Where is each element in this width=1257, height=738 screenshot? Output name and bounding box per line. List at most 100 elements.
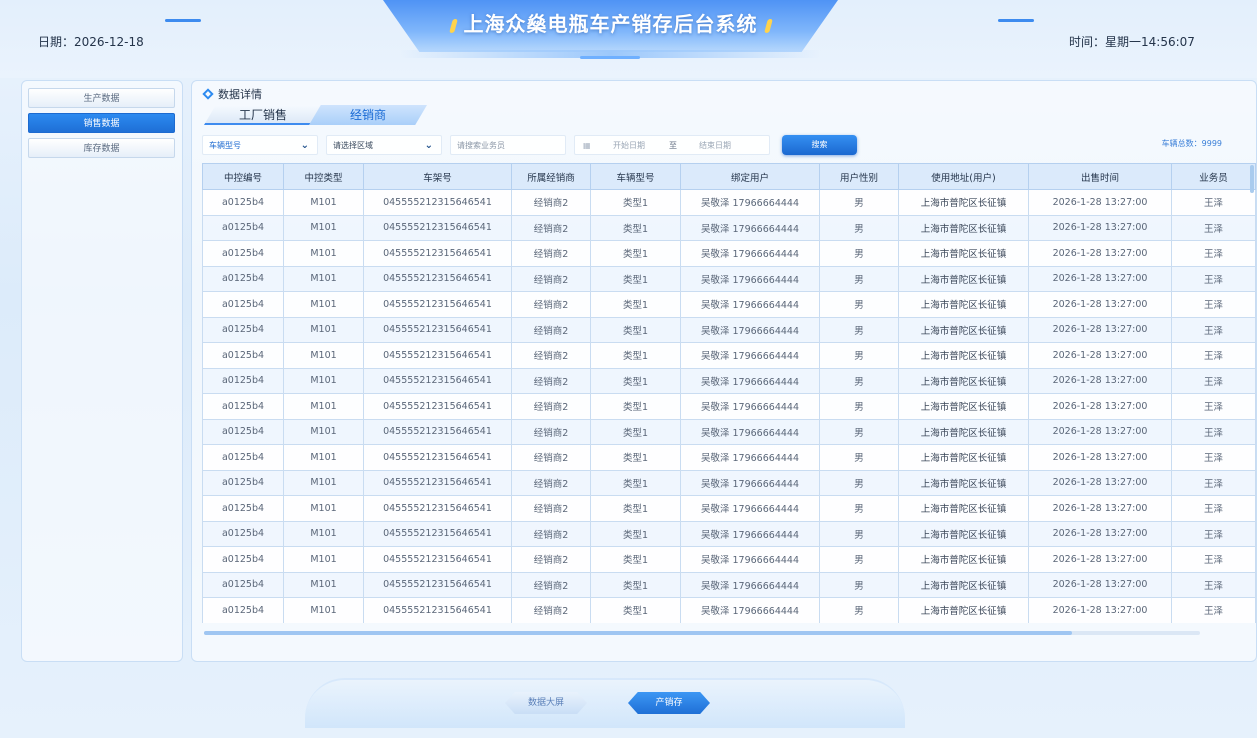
table-cell: 2026-1-28 13:27:00 bbox=[1028, 469, 1172, 496]
table-cell: 王泽 bbox=[1171, 240, 1256, 267]
table-cell: M101 bbox=[283, 469, 364, 496]
tab-dealer[interactable]: 经销商 bbox=[309, 105, 427, 125]
tab-factory-sales[interactable]: 工厂销售 bbox=[204, 105, 322, 125]
end-date-input[interactable]: 结束日期 bbox=[699, 136, 731, 156]
table-cell: 王泽 bbox=[1171, 316, 1256, 343]
horizontal-scrollbar-thumb[interactable] bbox=[204, 631, 1072, 635]
table-row[interactable]: a0125b4 M101 045555212315646541 经销商2 类型1 吴敬泽 … bbox=[202, 189, 1256, 216]
salesperson-search-input[interactable]: 请搜索业务员 bbox=[450, 135, 566, 155]
table-cell: 上海市普陀区长征镇 bbox=[898, 597, 1029, 623]
table-cell: 045555212315646541 bbox=[363, 495, 512, 522]
sales-table: 中控编号 中控类型 车架号 所属经销商 车辆型号 绑定用户 用户性别 使用地址(… bbox=[202, 163, 1256, 623]
sidebar-item-inventory[interactable]: 库存数据 bbox=[28, 138, 175, 158]
table-row[interactable]: a0125b4 M101 045555212315646541 经销商2 类型1 吴敬泽 … bbox=[202, 291, 1256, 318]
table-cell: 男 bbox=[819, 571, 899, 598]
table-cell: 男 bbox=[819, 444, 899, 471]
title-dot-left bbox=[448, 18, 458, 33]
column-header[interactable]: 用户性别 bbox=[819, 163, 899, 190]
table-cell: a0125b4 bbox=[202, 240, 284, 267]
table-cell: a0125b4 bbox=[202, 393, 284, 420]
table-cell: a0125b4 bbox=[202, 444, 284, 471]
table-cell: 王泽 bbox=[1171, 214, 1256, 241]
start-date-input[interactable]: 开始日期 bbox=[613, 136, 645, 156]
table-cell: 经销商2 bbox=[511, 291, 591, 318]
title-dot-right bbox=[763, 18, 773, 33]
column-header[interactable]: 中控编号 bbox=[202, 163, 284, 190]
table-cell: 045555212315646541 bbox=[363, 393, 512, 420]
sidebar-item-production[interactable]: 生产数据 bbox=[28, 88, 175, 108]
search-button[interactable]: 搜索 bbox=[782, 135, 857, 155]
table-cell: 男 bbox=[819, 214, 899, 241]
table-cell: 类型1 bbox=[590, 495, 681, 522]
table-cell: M101 bbox=[283, 571, 364, 598]
table-row[interactable]: a0125b4 M101 045555212315646541 经销商2 类型1 吴敬泽 … bbox=[202, 418, 1256, 445]
table-cell: 2026-1-28 13:27:00 bbox=[1028, 444, 1172, 471]
region-select[interactable]: 请选择区域 ⌄ bbox=[326, 135, 442, 155]
table-cell: 2026-1-28 13:27:00 bbox=[1028, 597, 1172, 623]
table-cell: 上海市普陀区长征镇 bbox=[898, 291, 1029, 318]
table-cell: 吴敬泽 17966664444 bbox=[680, 189, 820, 216]
table-cell: 上海市普陀区长征镇 bbox=[898, 214, 1029, 241]
table-cell: 类型1 bbox=[590, 367, 681, 394]
diamond-icon bbox=[202, 88, 214, 100]
table-row[interactable]: a0125b4 M101 045555212315646541 经销商2 类型1 吴敬泽 … bbox=[202, 316, 1256, 343]
vehicle-model-select[interactable]: 车辆型号 ⌄ bbox=[202, 135, 318, 155]
table-cell: 男 bbox=[819, 495, 899, 522]
table-row[interactable]: a0125b4 M101 045555212315646541 经销商2 类型1 吴敬泽 … bbox=[202, 240, 1256, 267]
page-title-text: 上海众燊电瓶车产销存后台系统 bbox=[463, 12, 758, 36]
column-header[interactable]: 车架号 bbox=[363, 163, 512, 190]
header-deco-line-right bbox=[998, 19, 1034, 22]
column-header[interactable]: 车辆型号 bbox=[590, 163, 681, 190]
bottom-nav-base bbox=[305, 678, 905, 728]
table-cell: 经销商2 bbox=[511, 316, 591, 343]
table-row[interactable]: a0125b4 M101 045555212315646541 经销商2 类型1 吴敬泽 … bbox=[202, 520, 1256, 547]
column-header[interactable]: 业务员 bbox=[1171, 163, 1256, 190]
table-cell: 男 bbox=[819, 342, 899, 369]
horizontal-scrollbar[interactable] bbox=[204, 631, 1200, 635]
table-cell: 王泽 bbox=[1171, 265, 1256, 292]
table-row[interactable]: a0125b4 M101 045555212315646541 经销商2 类型1 吴敬泽 … bbox=[202, 597, 1256, 623]
table-row[interactable]: a0125b4 M101 045555212315646541 经销商2 类型1 吴敬泽 … bbox=[202, 367, 1256, 394]
table-cell: a0125b4 bbox=[202, 571, 284, 598]
vertical-scrollbar[interactable] bbox=[1250, 165, 1254, 193]
table-cell: 吴敬泽 17966664444 bbox=[680, 520, 820, 547]
sidebar: 生产数据 销售数据 库存数据 bbox=[21, 80, 183, 662]
table-cell: M101 bbox=[283, 189, 364, 216]
table-row[interactable]: a0125b4 M101 045555212315646541 经销商2 类型1 吴敬泽 … bbox=[202, 546, 1256, 573]
table-row[interactable]: a0125b4 M101 045555212315646541 经销商2 类型1 吴敬泽 … bbox=[202, 444, 1256, 471]
table-cell: 男 bbox=[819, 367, 899, 394]
column-header[interactable]: 使用地址(用户) bbox=[898, 163, 1029, 190]
sidebar-item-sales[interactable]: 销售数据 bbox=[28, 113, 175, 133]
table-row[interactable]: a0125b4 M101 045555212315646541 经销商2 类型1 吴敬泽 … bbox=[202, 571, 1256, 598]
table-row[interactable]: a0125b4 M101 045555212315646541 经销商2 类型1 吴敬泽 … bbox=[202, 469, 1256, 496]
nav-production-sales-inventory-button[interactable]: 产销存 bbox=[628, 692, 710, 714]
panel-title: 数据详情 bbox=[202, 86, 262, 102]
column-header[interactable]: 所属经销商 bbox=[511, 163, 591, 190]
table-cell: 男 bbox=[819, 265, 899, 292]
date-range-picker[interactable]: ▦ 开始日期 至 结束日期 bbox=[574, 135, 770, 155]
table-cell: 上海市普陀区长征镇 bbox=[898, 367, 1029, 394]
table-cell: 045555212315646541 bbox=[363, 571, 512, 598]
nav-data-screen-button[interactable]: 数据大屏 bbox=[505, 692, 587, 714]
table-cell: 经销商2 bbox=[511, 342, 591, 369]
table-cell: 类型1 bbox=[590, 469, 681, 496]
header-deco-line-left bbox=[165, 19, 201, 22]
column-header[interactable]: 出售时间 bbox=[1028, 163, 1172, 190]
table-row[interactable]: a0125b4 M101 045555212315646541 经销商2 类型1 吴敬泽 … bbox=[202, 265, 1256, 292]
table-cell: a0125b4 bbox=[202, 367, 284, 394]
table-cell: 经销商2 bbox=[511, 444, 591, 471]
table-cell: 经销商2 bbox=[511, 214, 591, 241]
table-cell: 类型1 bbox=[590, 291, 681, 318]
table-cell: 上海市普陀区长征镇 bbox=[898, 342, 1029, 369]
table-body: a0125b4 M101 045555212315646541 经销商2 类型1 吴敬泽 … bbox=[202, 189, 1256, 623]
table-row[interactable]: a0125b4 M101 045555212315646541 经销商2 类型1 吴敬泽 … bbox=[202, 495, 1256, 522]
table-cell: 吴敬泽 17966664444 bbox=[680, 444, 820, 471]
table-cell: 经销商2 bbox=[511, 546, 591, 573]
table-row[interactable]: a0125b4 M101 045555212315646541 经销商2 类型1 吴敬泽 … bbox=[202, 214, 1256, 241]
table-row[interactable]: a0125b4 M101 045555212315646541 经销商2 类型1 吴敬泽 … bbox=[202, 342, 1256, 369]
table-cell: a0125b4 bbox=[202, 546, 284, 573]
table-cell: M101 bbox=[283, 546, 364, 573]
column-header[interactable]: 中控类型 bbox=[283, 163, 364, 190]
table-row[interactable]: a0125b4 M101 045555212315646541 经销商2 类型1 吴敬泽 … bbox=[202, 393, 1256, 420]
column-header[interactable]: 绑定用户 bbox=[680, 163, 820, 190]
